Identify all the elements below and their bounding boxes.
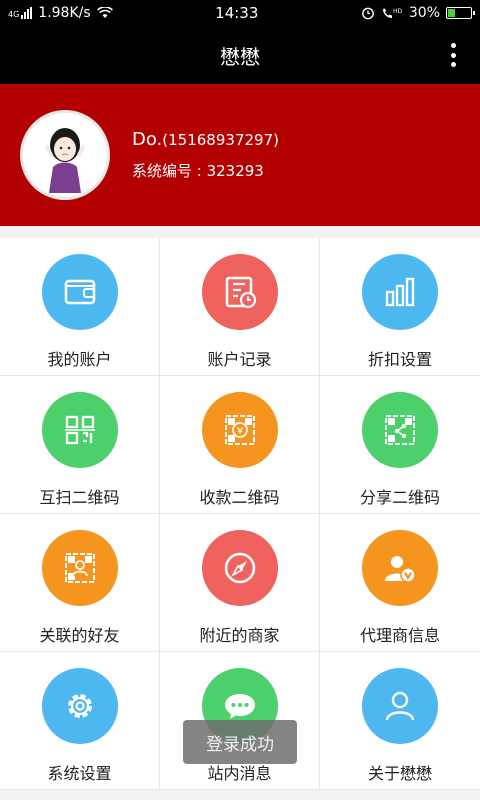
menu-item-label: 互扫二维码 [39,488,120,507]
menu-item-label: 关联的好友 [39,626,120,645]
menu-icon-circle: ¥ [201,392,278,468]
menu-icon-circle [362,668,438,744]
svg-text:HD: HD [393,8,403,15]
menu-icon-circle [41,392,118,468]
qr-code-icon [64,415,95,445]
page-title: 懋懋 [220,44,260,69]
menu-item-agent-info[interactable]: 代理商信息 [320,514,480,652]
avatar[interactable] [20,110,110,200]
toast-message: 登录成功 [183,720,297,764]
gear-icon [67,694,92,718]
menu-item-label: 系统设置 [47,764,112,783]
ledger-icon [225,276,256,309]
menu-item-mutual-scan-qr[interactable]: 互扫二维码 [0,376,160,514]
menu-icon-circle [41,254,118,330]
menu-item-about[interactable]: 关于懋懋 [320,652,480,790]
bar-chart-icon [385,277,415,307]
system-code: 系统编号 : 323293 [132,162,264,180]
menu-item-my-account[interactable]: 我的账户 [0,238,160,376]
menu-item-label: 关于懋懋 [367,764,432,783]
svg-text:¥: ¥ [236,426,242,437]
menu-icon-circle [201,254,278,330]
menu-item-label: 折扣设置 [367,350,432,369]
yen-qr-icon: ¥ [224,415,255,445]
battery-percent: 30% [408,5,440,21]
menu-item-label: 代理商信息 [359,626,440,645]
menu-icon-circle [362,254,438,330]
menu-item-nearby-merchants[interactable]: 附近的商家 [160,514,320,652]
share-qr-icon [385,415,415,445]
menu-item-label: 账户记录 [207,350,272,369]
wifi-icon [96,7,113,18]
profile-phone: (15168937297) [162,131,279,149]
menu-item-label: 收款二维码 [199,488,280,507]
status-bar: 4G 1.98K/s 14:33 HD 30% [0,0,480,26]
menu-icon-circle [362,392,438,468]
app-bar: 懋懋 [0,26,480,84]
menu-item-share-qr[interactable]: 分享二维码 [320,376,480,514]
network-speed: 1.98K/s [38,5,91,21]
hd-call-icon: HD [382,8,403,18]
menu-grid: 我的账户 账户记录 折扣设置 互扫二维码 ¥ 收款二维码 分享二维码 关联的好友… [0,238,480,790]
signal-icon: 4G [8,7,33,19]
menu-item-label: 我的账户 [47,350,112,369]
network-type: 4G [8,10,20,19]
overflow-menu-button[interactable] [450,43,456,67]
friend-qr-icon [64,553,95,583]
profile-name-line: Do.(15168937297) [132,129,279,150]
menu-item-label: 分享二维码 [359,488,440,507]
agent-icon [385,556,416,583]
alarm-icon [361,7,374,20]
clock: 14:33 [215,4,259,22]
avatar-girl-icon [45,128,85,193]
wallet-icon [64,279,95,305]
battery-icon [446,7,475,19]
menu-icon-circle [41,668,118,744]
menu-item-account-records[interactable]: 账户记录 [160,238,320,376]
menu-item-discount-settings[interactable]: 折扣设置 [320,238,480,376]
menu-item-system-settings[interactable]: 系统设置 [0,652,160,790]
menu-dot [450,52,456,58]
menu-icon-circle [41,530,118,606]
menu-dot [450,62,456,67]
compass-icon [224,552,255,584]
menu-icon-circle [201,530,278,606]
menu-icon-circle [362,530,438,606]
menu-item-linked-friends[interactable]: 关联的好友 [0,514,160,652]
menu-dot [450,43,456,48]
profile-name: Do. [132,129,163,150]
menu-item-label: 附近的商家 [199,626,280,645]
profile-header[interactable]: Do.(15168937297) 系统编号 : 323293 [0,84,480,226]
user-outline-icon [385,691,415,721]
menu-item-payment-qr[interactable]: ¥ 收款二维码 [160,376,320,514]
